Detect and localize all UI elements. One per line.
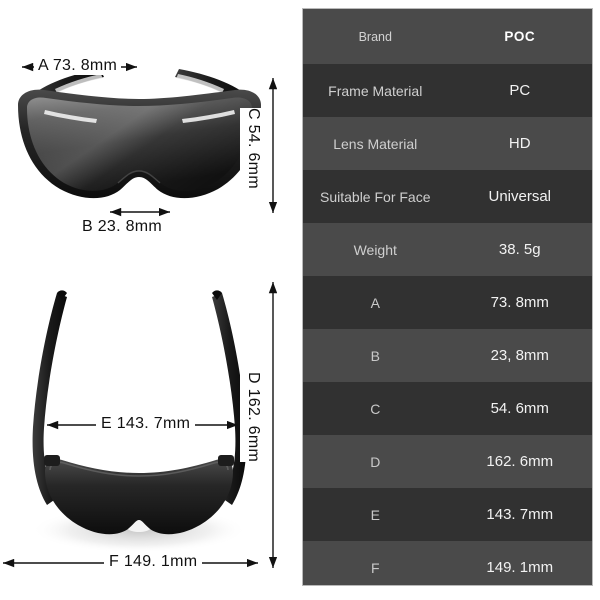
spec-value: 162. 6mm (486, 453, 554, 470)
table-row: E 143. 7mm (303, 488, 592, 541)
table-row: D 162. 6mm (303, 435, 592, 488)
spec-key: C (370, 400, 381, 417)
dimension-label-E: E 143. 7mm (96, 415, 196, 433)
spec-key: Suitable For Face (320, 188, 431, 205)
spec-value: 73. 8mm (490, 294, 549, 311)
spec-value: Universal (488, 188, 552, 205)
spec-value: HD (508, 135, 531, 152)
spec-key: Weight (353, 241, 397, 258)
product-diagram-panel: A 73. 8mm B 23. 8mm C 54. 6mm E 143. 7mm… (0, 0, 296, 600)
table-row: A 73. 8mm (303, 276, 592, 329)
table-row: Frame Material PC (303, 64, 592, 117)
spec-key: A (370, 294, 380, 311)
sunglasses-front-view (18, 69, 261, 199)
table-row: Brand POC (303, 9, 592, 64)
spec-value: 23, 8mm (490, 347, 549, 364)
dimension-label-F: F 149. 1mm (104, 553, 203, 571)
specification-table: Brand POC Frame Material PC Lens Materia… (302, 8, 593, 586)
spec-key: E (370, 506, 380, 523)
spec-value: 143. 7mm (486, 506, 554, 523)
table-row: C 54. 6mm (303, 382, 592, 435)
product-illustrations (3, 62, 278, 568)
dimension-label-C: C 54. 6mm (240, 108, 266, 189)
dimension-label-D: D 162. 6mm (240, 372, 266, 463)
spec-key: Frame Material (328, 82, 423, 99)
spec-key: Brand (358, 29, 392, 44)
dimension-label-A: A 73. 8mm (34, 57, 122, 75)
table-row: B 23, 8mm (303, 329, 592, 382)
table-row: Lens Material HD (303, 117, 592, 170)
dimension-label-B: B 23. 8mm (82, 218, 163, 235)
spec-value: POC (504, 29, 536, 44)
table-row: Weight 38. 5g (303, 223, 592, 276)
spec-key: F (370, 559, 380, 576)
table-row: Suitable For Face Universal (303, 170, 592, 223)
spec-value: 54. 6mm (490, 400, 549, 417)
spec-value: PC (509, 82, 531, 99)
spec-key: Lens Material (333, 135, 418, 152)
spec-key: D (370, 453, 381, 470)
spec-key: B (370, 347, 380, 364)
spec-sheet: A 73. 8mm B 23. 8mm C 54. 6mm E 143. 7mm… (0, 0, 600, 600)
spec-value: 38. 5g (498, 241, 541, 258)
table-row: F 149. 1mm (303, 541, 592, 585)
spec-value: 149. 1mm (486, 559, 554, 576)
